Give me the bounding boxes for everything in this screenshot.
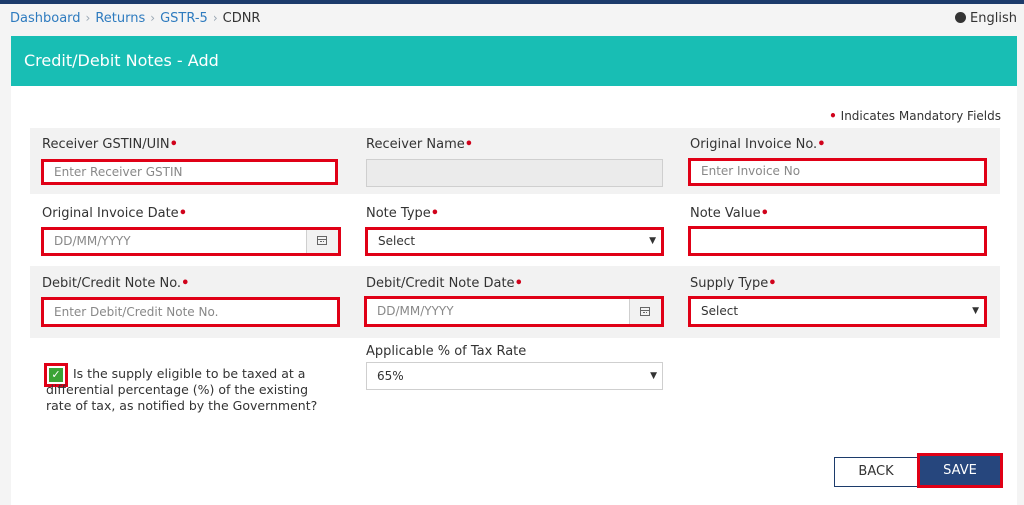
breadcrumb-separator: › [150,11,156,25]
dropdown-arrow-icon: ▼ [649,236,656,246]
tax-rate-select[interactable]: 65% ▼ [366,362,663,390]
note-date-label: Debit/Credit Note Date• [366,276,523,291]
dropdown-arrow-icon: ▼ [972,306,979,316]
calendar-icon[interactable] [306,230,338,253]
supply-type-label: Supply Type• [690,276,777,291]
receiver-gstin-input[interactable]: Enter Receiver GSTIN [41,159,338,185]
original-invoice-date-input[interactable]: DD/MM/YYYY [41,227,341,256]
language-selector[interactable]: English [955,11,1017,26]
mandatory-text: Indicates Mandatory Fields [840,109,1001,123]
original-invoice-date-label: Original Invoice Date• [42,206,187,221]
panel-title: Credit/Debit Notes - Add [11,36,1017,86]
breadcrumb-separator: › [212,11,218,25]
breadcrumb-current: CDNR [222,11,261,26]
note-type-select[interactable]: Select ▼ [365,227,664,256]
tax-rate-label: Applicable % of Tax Rate [366,344,527,359]
back-button[interactable]: BACK [834,457,918,487]
cdnr-add-panel: Credit/Debit Notes - Add • Indicates Man… [11,36,1017,505]
dropdown-arrow-icon: ▼ [650,371,657,381]
note-value-input[interactable] [688,226,987,256]
globe-icon [955,12,967,23]
mandatory-note: • Indicates Mandatory Fields [829,109,1001,123]
breadcrumb-returns[interactable]: Returns [95,11,145,26]
note-no-input[interactable]: Enter Debit/Credit Note No. [41,297,340,327]
language-label: English [970,11,1017,26]
breadcrumb-dashboard[interactable]: Dashboard [10,11,81,26]
original-invoice-no-input[interactable]: Enter Invoice No [688,158,987,186]
top-strip [0,0,1024,4]
note-no-label: Debit/Credit Note No.• [42,276,190,291]
differential-rate-text: Is the supply eligible to be taxed at a … [46,366,318,413]
note-value-label: Note Value• [690,206,769,221]
original-invoice-no-label: Original Invoice No.• [690,137,826,152]
calendar-icon[interactable] [629,299,661,324]
save-button[interactable]: SAVE [917,453,1003,488]
note-date-input[interactable]: DD/MM/YYYY [364,296,664,327]
breadcrumb-gstr5[interactable]: GSTR-5 [160,11,208,26]
receiver-name-input[interactable] [366,159,663,187]
required-marker: • [829,109,837,123]
note-type-label: Note Type• [366,206,440,221]
receiver-gstin-label: Receiver GSTIN/UIN• [42,137,178,152]
breadcrumb-separator: › [85,11,91,25]
breadcrumb: Dashboard › Returns › GSTR-5 › CDNR [10,11,260,26]
receiver-name-label: Receiver Name• [366,137,474,152]
supply-type-select[interactable]: Select ▼ [688,296,987,327]
